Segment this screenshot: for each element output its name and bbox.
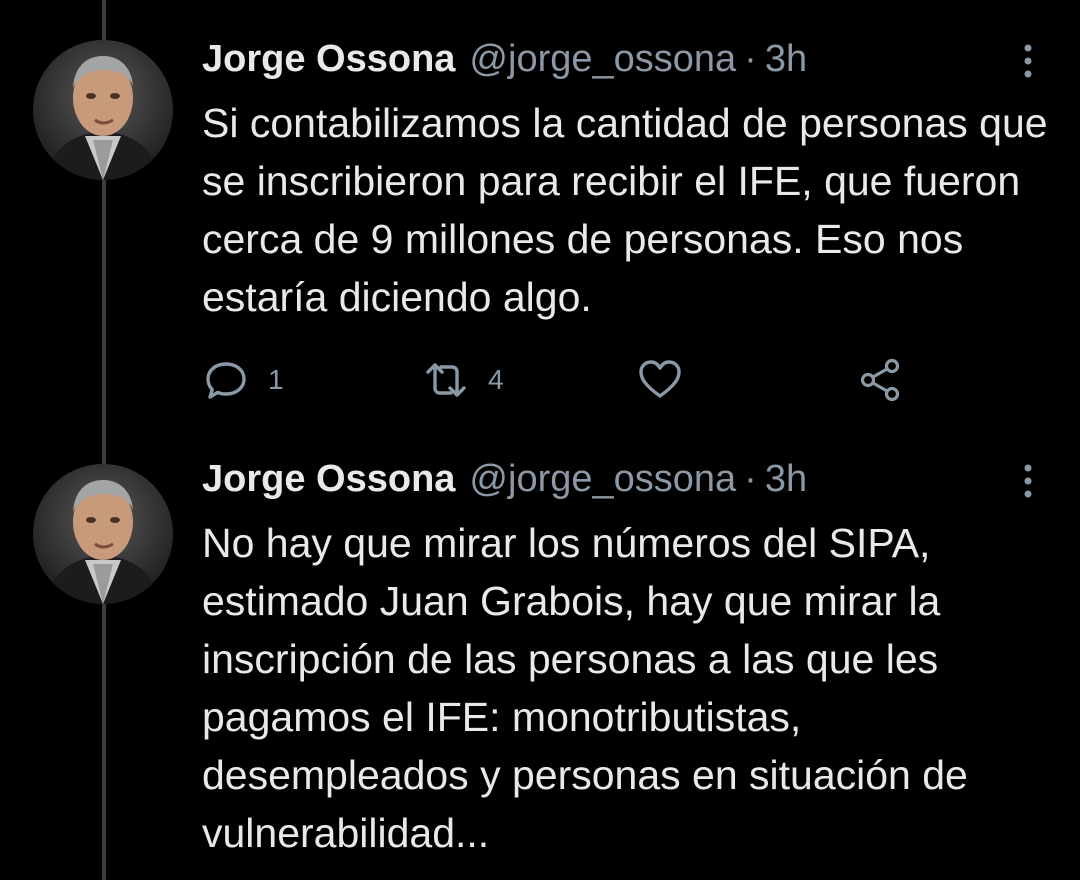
tweet-header: Jorge Ossona @jorge_ossona · 3h <box>202 38 807 88</box>
tweet-text: Si contabilizamos la cantidad de persona… <box>202 100 1048 320</box>
profile-photo-icon <box>33 40 173 180</box>
thread-line <box>102 0 106 40</box>
avatar[interactable] <box>33 464 173 604</box>
timestamp[interactable]: 3h <box>765 38 807 81</box>
separator: · <box>744 38 757 80</box>
reply-icon <box>206 362 246 399</box>
timestamp[interactable]: 3h <box>765 458 807 501</box>
like-button[interactable] <box>636 356 684 404</box>
retweet-button[interactable]: 4 <box>422 356 504 404</box>
display-name[interactable]: Jorge Ossona <box>202 38 455 81</box>
retweet-icon <box>426 363 466 397</box>
retweet-count: 4 <box>488 364 504 395</box>
more-vertical-icon[interactable] <box>1016 462 1040 502</box>
thread-line <box>102 178 106 464</box>
heart-icon <box>639 360 681 398</box>
separator: · <box>744 458 757 500</box>
display-name[interactable]: Jorge Ossona <box>202 458 455 501</box>
share-button[interactable] <box>856 356 904 404</box>
avatar[interactable] <box>33 40 173 180</box>
more-vertical-icon[interactable] <box>1016 42 1040 82</box>
profile-photo-icon <box>33 464 173 604</box>
tweet-text: No hay que mirar los números del SIPA, e… <box>202 520 968 856</box>
reply-count: 1 <box>268 364 284 395</box>
reply-button[interactable]: 1 <box>202 356 284 404</box>
tweet-header: Jorge Ossona @jorge_ossona · 3h <box>202 458 807 508</box>
share-icon <box>860 358 900 402</box>
thread-line <box>102 604 106 880</box>
user-handle[interactable]: @jorge_ossona <box>469 458 736 501</box>
tweet-actions: 1 4 <box>200 356 920 404</box>
user-handle[interactable]: @jorge_ossona <box>469 38 736 81</box>
